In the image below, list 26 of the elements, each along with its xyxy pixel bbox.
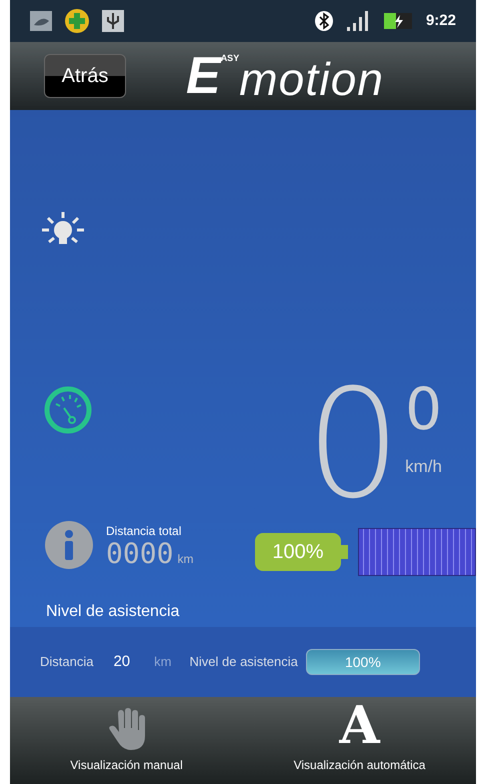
bluetooth-icon (314, 10, 334, 32)
nav-button[interactable]: A Visualización automática (243, 697, 476, 784)
nav-button[interactable]: Visualización manual (10, 697, 243, 784)
hand-icon (108, 708, 144, 752)
usb-icon (102, 10, 124, 32)
speed-decimal: 0 (405, 385, 442, 434)
clock-time: 9:22 (426, 10, 456, 31)
leaf-icon (30, 11, 52, 31)
distance-value: 20 (113, 652, 130, 672)
distance-label: Distancia (40, 653, 94, 672)
battery-charging-icon (384, 12, 414, 30)
back-button[interactable]: Atrás (44, 54, 126, 98)
total-distance-unit: km (177, 551, 194, 568)
total-distance-value: 0000 (106, 540, 174, 568)
speed-unit: km/h (405, 456, 442, 478)
distance-unit: km (154, 653, 172, 672)
battery-percentage: 100% (255, 533, 341, 571)
battery-terminal (341, 545, 348, 559)
plus-icon (64, 8, 90, 34)
letter-icon: A (339, 700, 380, 752)
speedometer-icon (42, 386, 94, 434)
assist-setting-label: Nivel de asistencia (190, 653, 298, 672)
assist-level-label: Nivel de asistencia (46, 602, 180, 622)
speed-value: 0 (306, 385, 402, 505)
total-distance-label: Distancia total (106, 523, 182, 540)
info-icon (44, 520, 94, 570)
